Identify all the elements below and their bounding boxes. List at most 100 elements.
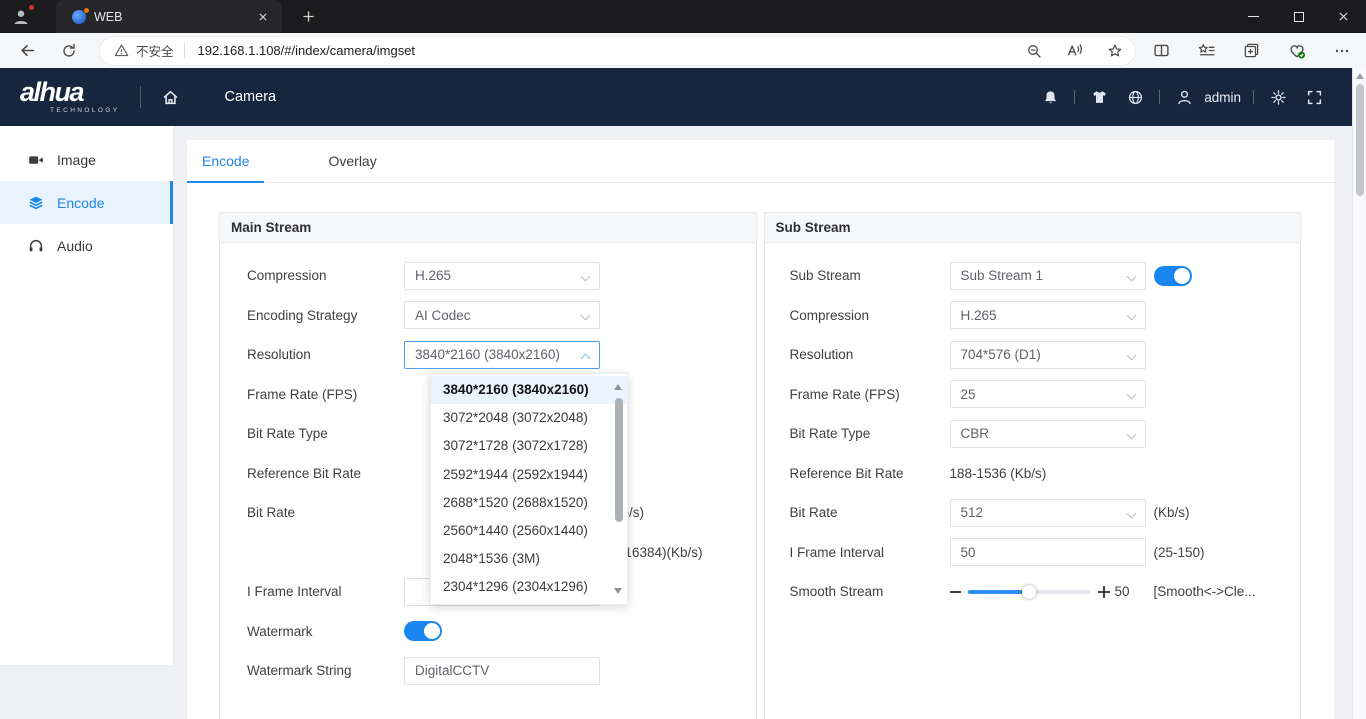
home-icon — [161, 88, 180, 107]
read-aloud-button[interactable] — [1066, 42, 1083, 59]
resolution-select[interactable]: 3840*2160 (3840x2160) — [404, 341, 600, 369]
new-tab-button[interactable] — [294, 3, 322, 31]
encoding-strategy-select[interactable]: AI Codec — [404, 301, 600, 329]
more-options-icon — [1334, 43, 1350, 59]
tab-close-icon[interactable] — [254, 8, 272, 26]
scroll-down-arrow-icon[interactable] — [614, 588, 622, 594]
dropdown-option[interactable]: 2592*1944 (2592x1944) — [431, 461, 627, 489]
scrollbar-thumb[interactable] — [1356, 84, 1364, 196]
sidebar-item-label: Audio — [57, 238, 93, 254]
panel-title: Main Stream — [220, 213, 756, 243]
sub-stream-select[interactable]: Sub Stream 1 — [950, 262, 1146, 290]
window-maximize-button[interactable] — [1276, 0, 1321, 33]
field-hint: [Smooth<->Cle... — [1154, 584, 1256, 599]
scroll-up-arrow-icon[interactable] — [1356, 73, 1364, 79]
home-button[interactable] — [157, 83, 185, 111]
browser-profile-button[interactable] — [8, 4, 34, 30]
dropdown-scrollbar-thumb[interactable] — [615, 398, 623, 522]
sub-bit-rate-type-select[interactable]: CBR — [950, 420, 1146, 448]
back-button[interactable] — [12, 36, 42, 65]
globe-icon — [1127, 89, 1144, 106]
sidebar-item-image[interactable]: Image — [0, 138, 173, 181]
sub-stream-row: Sub Stream Sub Stream 1 — [765, 256, 1301, 296]
resolution-row: Resolution 3840*2160 (3840x2160) — [220, 335, 756, 375]
user-button[interactable] — [1172, 85, 1196, 109]
chevron-down-icon — [1126, 390, 1136, 400]
watermark-string-input[interactable] — [404, 657, 600, 685]
browser-essentials-button[interactable] — [1274, 36, 1319, 65]
dropdown-option[interactable]: 3072*1728 (3072x1728) — [431, 432, 627, 460]
sub-resolution-select[interactable]: 704*576 (D1) — [950, 341, 1146, 369]
window-controls — [1231, 0, 1366, 33]
window-close-button[interactable] — [1321, 0, 1366, 33]
username-label[interactable]: admin — [1204, 90, 1241, 105]
favorite-star-button[interactable] — [1107, 43, 1123, 59]
address-bar[interactable]: 不安全 192.168.1.108/#/index/camera/imgset — [100, 37, 1135, 65]
fullscreen-button[interactable] — [1302, 85, 1326, 109]
dropdown-option[interactable]: 2560*1440 (2560x1440) — [431, 517, 627, 545]
select-value: CBR — [961, 426, 990, 441]
navbar-divider — [1253, 90, 1254, 104]
security-label: 不安全 — [136, 41, 174, 60]
settings-button[interactable] — [1266, 85, 1290, 109]
url-text[interactable]: 192.168.1.108/#/index/camera/imgset — [198, 43, 416, 58]
notification-bell-button[interactable] — [1038, 85, 1062, 109]
page-title: Camera — [225, 89, 277, 105]
watermark-toggle[interactable] — [404, 621, 442, 641]
field-label: Frame Rate (FPS) — [765, 387, 950, 402]
star-icon — [1107, 43, 1123, 59]
refresh-button[interactable] — [54, 36, 84, 65]
tab-encode[interactable]: Encode — [187, 140, 264, 182]
encoding-strategy-row: Encoding Strategy AI Codec — [220, 296, 756, 336]
minus-icon[interactable] — [950, 591, 961, 593]
sub-compression-select[interactable]: H.265 — [950, 301, 1146, 329]
dropdown-option[interactable]: 2048*1536 (3M) — [431, 545, 627, 573]
watermark-string-row: Watermark String — [220, 651, 756, 691]
language-button[interactable] — [1123, 85, 1147, 109]
sub-i-frame-interval-input[interactable] — [950, 538, 1146, 566]
reference-bit-rate-row: Reference Bit Rate 188-1536 (Kb/s) — [765, 454, 1301, 494]
dropdown-option[interactable]: 2688*1520 (2688x1520) — [431, 489, 627, 517]
field-label: Compression — [220, 268, 404, 283]
slider-value: 50 — [1115, 584, 1130, 599]
sidebar-item-encode[interactable]: Encode — [0, 181, 173, 224]
chevron-down-icon — [1126, 311, 1136, 321]
theme-skin-button[interactable] — [1087, 85, 1111, 109]
browser-tab[interactable]: WEB — [56, 0, 282, 33]
split-screen-button[interactable] — [1139, 36, 1184, 65]
zoom-out-button[interactable] — [1026, 43, 1042, 59]
field-label: Resolution — [220, 347, 404, 362]
tab-overlay[interactable]: Overlay — [313, 140, 391, 182]
zoom-out-icon — [1026, 43, 1042, 59]
chevron-down-icon — [581, 311, 591, 321]
toolbar-actions — [1139, 36, 1364, 65]
slider-knob[interactable] — [1022, 585, 1036, 599]
sub-stream-toggle[interactable] — [1154, 266, 1192, 286]
profile-notification-dot — [28, 4, 35, 11]
security-warning[interactable]: 不安全 — [114, 41, 184, 60]
select-value: 512 — [961, 505, 984, 520]
dropdown-option[interactable]: 2304*1296 (2304x1296) — [431, 573, 627, 601]
field-label: Reference Bit Rate — [220, 466, 404, 481]
field-label: I Frame Interval — [220, 584, 404, 599]
sidebar-item-label: Encode — [57, 195, 104, 211]
plus-icon[interactable] — [1098, 586, 1110, 598]
page-scrollbar[interactable] — [1352, 68, 1366, 719]
smooth-stream-slider[interactable] — [968, 590, 1090, 594]
collections-button[interactable] — [1229, 36, 1274, 65]
scroll-up-arrow-icon[interactable] — [614, 384, 622, 390]
sub-frame-rate-select[interactable]: 25 — [950, 380, 1146, 408]
compression-select[interactable]: H.265 — [404, 262, 600, 290]
browser-settings-button[interactable] — [1319, 36, 1364, 65]
favorites-button[interactable] — [1184, 36, 1229, 65]
window-minimize-button[interactable] — [1231, 0, 1276, 33]
sidebar-item-label: Image — [57, 152, 96, 168]
dropdown-option[interactable]: 3072*2048 (3072x2048) — [431, 404, 627, 432]
field-label: Resolution — [765, 347, 950, 362]
sub-bit-rate-select[interactable]: 512 — [950, 499, 1146, 527]
sidebar-item-audio[interactable]: Audio — [0, 224, 173, 267]
warning-icon — [114, 43, 129, 58]
chevron-down-icon — [1126, 508, 1136, 518]
address-divider — [184, 43, 185, 58]
dropdown-option[interactable]: 3840*2160 (3840x2160) — [431, 376, 627, 404]
